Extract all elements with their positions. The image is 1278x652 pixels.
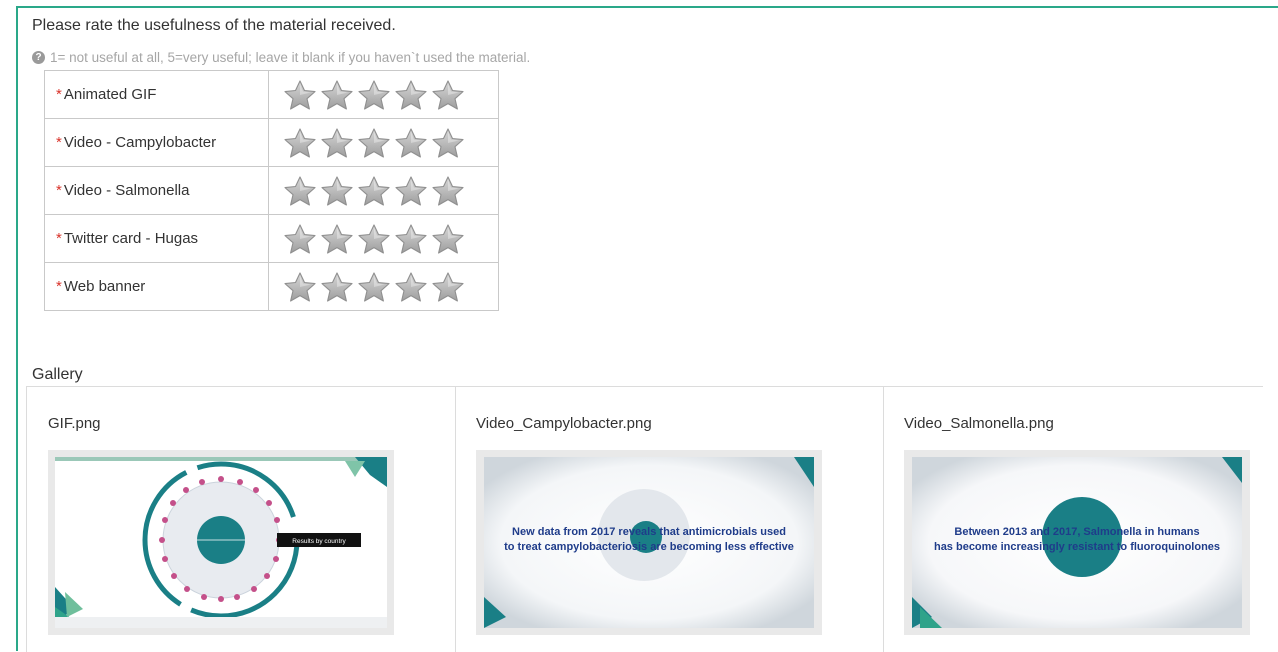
- star-icon[interactable]: [431, 271, 465, 303]
- rating-label-text: Twitter card - Hugas: [63, 230, 199, 247]
- star-icon[interactable]: [394, 271, 428, 303]
- caption-line: has become increasingly resistant to flu…: [933, 541, 1221, 553]
- rating-label: * Web banner: [44, 262, 269, 311]
- hint-text: 1= not useful at all, 5=very useful; lea…: [50, 50, 531, 65]
- star-icon[interactable]: [394, 79, 428, 111]
- star-icon[interactable]: [431, 223, 465, 255]
- star-icon[interactable]: [431, 175, 465, 207]
- star-icon[interactable]: [320, 127, 354, 159]
- star-rating: [268, 262, 499, 311]
- star-rating: [268, 214, 499, 263]
- gallery-item[interactable]: Video_Salmonella.png Between 2013 and 20…: [883, 387, 1263, 652]
- star-icon[interactable]: [320, 223, 354, 255]
- gallery-item[interactable]: Video_Campylobacter.png New data from 20…: [455, 387, 884, 652]
- gallery-title: Gallery: [32, 366, 83, 383]
- star-rating: [268, 70, 499, 119]
- rating-label-text: Video - Salmonella: [63, 182, 190, 199]
- required-marker: *: [56, 182, 62, 199]
- star-icon[interactable]: [357, 223, 391, 255]
- caption-line: Between 2013 and 2017, Salmonella in hum…: [954, 526, 1200, 538]
- gallery-filename[interactable]: GIF.png: [48, 415, 101, 432]
- required-marker: *: [56, 134, 62, 151]
- gallery-filename[interactable]: Video_Salmonella.png: [904, 415, 1054, 432]
- star-icon[interactable]: [283, 271, 317, 303]
- gallery-thumbnail[interactable]: New data from 2017 reveals that antimicr…: [476, 450, 822, 635]
- star-icon[interactable]: [431, 79, 465, 111]
- star-icon[interactable]: [283, 79, 317, 111]
- caption-line: New data from 2017 reveals that antimicr…: [512, 526, 786, 538]
- question-title: Please rate the usefulness of the materi…: [32, 17, 396, 34]
- star-rating: [268, 118, 499, 167]
- help-icon: ?: [32, 51, 45, 64]
- star-icon[interactable]: [320, 271, 354, 303]
- rating-table: * Animated GIF * Video - Campylobacter *…: [44, 70, 499, 311]
- star-icon[interactable]: [357, 271, 391, 303]
- star-icon[interactable]: [320, 79, 354, 111]
- star-icon[interactable]: [357, 127, 391, 159]
- gallery-thumbnail[interactable]: Results by country: [48, 450, 394, 635]
- rating-label-text: Web banner: [63, 278, 146, 295]
- star-icon[interactable]: [283, 175, 317, 207]
- rating-row: * Video - Salmonella: [44, 166, 499, 215]
- caption-line: to treat campylobacteriosis are becoming…: [504, 541, 794, 553]
- rating-label: * Video - Campylobacter: [44, 118, 269, 167]
- star-icon[interactable]: [394, 223, 428, 255]
- infographic-wheel-image: Results by country: [55, 457, 387, 628]
- star-icon[interactable]: [357, 79, 391, 111]
- rating-row: * Video - Campylobacter: [44, 118, 499, 167]
- thumbnail-image: New data from 2017 reveals that antimicr…: [484, 457, 814, 628]
- gallery-thumbnail[interactable]: Between 2013 and 2017, Salmonella in hum…: [904, 450, 1250, 635]
- star-icon[interactable]: [394, 127, 428, 159]
- video-caption: New data from 2017 reveals that antimicr…: [484, 525, 814, 555]
- gallery-grid: GIF.png Results by country Video_Campylo…: [26, 386, 1263, 652]
- star-icon[interactable]: [357, 175, 391, 207]
- required-marker: *: [56, 86, 62, 103]
- rating-label-text: Animated GIF: [63, 86, 157, 103]
- video-caption: Between 2013 and 2017, Salmonella in hum…: [912, 525, 1242, 555]
- required-marker: *: [56, 230, 62, 247]
- rating-row: * Web banner: [44, 262, 499, 311]
- star-icon[interactable]: [283, 223, 317, 255]
- rating-label-text: Video - Campylobacter: [63, 134, 217, 151]
- star-icon[interactable]: [283, 127, 317, 159]
- gallery-item[interactable]: GIF.png Results by country: [27, 387, 456, 652]
- star-icon[interactable]: [320, 175, 354, 207]
- required-marker: *: [56, 278, 62, 295]
- gallery-filename[interactable]: Video_Campylobacter.png: [476, 415, 652, 432]
- star-icon[interactable]: [431, 127, 465, 159]
- rating-row: * Twitter card - Hugas: [44, 214, 499, 263]
- rating-row: * Animated GIF: [44, 70, 499, 119]
- rating-label: * Animated GIF: [44, 70, 269, 119]
- thumbnail-image: Between 2013 and 2017, Salmonella in hum…: [912, 457, 1242, 628]
- badge-text: Results by country: [292, 538, 346, 545]
- thumbnail-image: Results by country: [55, 457, 387, 628]
- star-rating: [268, 166, 499, 215]
- rating-label: * Video - Salmonella: [44, 166, 269, 215]
- rating-label: * Twitter card - Hugas: [44, 214, 269, 263]
- question-hint: ? 1= not useful at all, 5=very useful; l…: [32, 50, 530, 65]
- star-icon[interactable]: [394, 175, 428, 207]
